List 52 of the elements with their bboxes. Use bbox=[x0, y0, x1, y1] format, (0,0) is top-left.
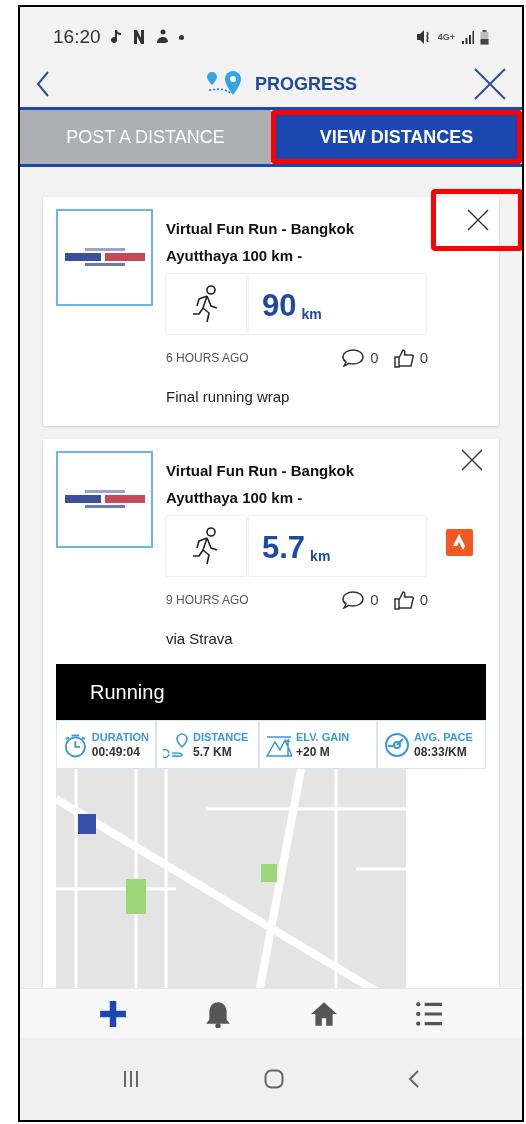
distance-icon bbox=[163, 731, 189, 758]
pace-icon bbox=[384, 731, 410, 758]
distance-unit: km bbox=[310, 549, 331, 563]
bell-icon[interactable] bbox=[204, 999, 233, 1028]
figure-icon bbox=[154, 29, 169, 45]
like-count: 0 bbox=[419, 348, 428, 368]
distance-value: 90 bbox=[262, 290, 297, 321]
back-icon[interactable] bbox=[408, 1069, 420, 1089]
activity-title: Running bbox=[90, 680, 165, 705]
comment-count: 0 bbox=[370, 590, 379, 610]
post-time: 6 HOURS AGO bbox=[166, 350, 250, 368]
thumbs-up-icon[interactable] bbox=[393, 348, 414, 369]
close-icon bbox=[466, 208, 490, 232]
stat-value: 00:49:04 bbox=[91, 744, 141, 760]
like-count: 0 bbox=[419, 590, 428, 610]
comment-count: 0 bbox=[370, 348, 379, 368]
dot-icon bbox=[178, 34, 184, 40]
thumbs-up-icon[interactable] bbox=[393, 590, 414, 611]
close-icon[interactable] bbox=[474, 68, 506, 100]
home-button-icon[interactable] bbox=[264, 1069, 284, 1089]
comment-icon[interactable] bbox=[342, 349, 365, 368]
music-note-icon bbox=[110, 29, 123, 45]
network-type: 4G+ bbox=[437, 32, 455, 42]
post-title: Virtual Fun Run - Bangkok Ayutthaya 100 km - bbox=[166, 219, 356, 266]
page-title: PROGRESS bbox=[255, 72, 357, 96]
stat-label: DISTANCE bbox=[193, 729, 249, 745]
back-icon[interactable] bbox=[36, 70, 50, 98]
stat-label: DURATION bbox=[91, 729, 149, 745]
list-icon[interactable] bbox=[415, 999, 444, 1028]
stat-label: ELV. GAIN bbox=[296, 729, 350, 745]
stat-value: 5.7 KM bbox=[193, 744, 233, 760]
stat-value: 08:33/KM bbox=[414, 744, 468, 760]
status-time: 16:20 bbox=[53, 24, 101, 49]
add-icon[interactable] bbox=[98, 999, 127, 1028]
delete-button[interactable] bbox=[459, 447, 485, 473]
close-icon bbox=[460, 448, 484, 472]
stat-label: AVG. PACE bbox=[414, 729, 473, 745]
strava-logo-icon bbox=[446, 528, 473, 556]
post-note: via Strava bbox=[166, 628, 234, 649]
battery-icon bbox=[480, 29, 489, 45]
recent-apps-icon[interactable] bbox=[122, 1069, 140, 1089]
comment-icon[interactable] bbox=[342, 591, 365, 610]
stat-value: +20 M bbox=[296, 744, 331, 760]
muted-vibrate-icon bbox=[415, 29, 432, 45]
signal-icon bbox=[461, 30, 474, 44]
distance-unit: km bbox=[301, 307, 322, 321]
post-title: Virtual Fun Run - Bangkok Ayutthaya 100 km - bbox=[166, 461, 356, 508]
post-time: 9 HOURS AGO bbox=[166, 592, 250, 610]
tab[interactable]: VIEW DISTANCES bbox=[271, 110, 522, 164]
letter-n-icon bbox=[132, 29, 145, 45]
post-note: Final running wrap bbox=[166, 386, 291, 407]
distance-value: 5.7 bbox=[262, 532, 306, 563]
